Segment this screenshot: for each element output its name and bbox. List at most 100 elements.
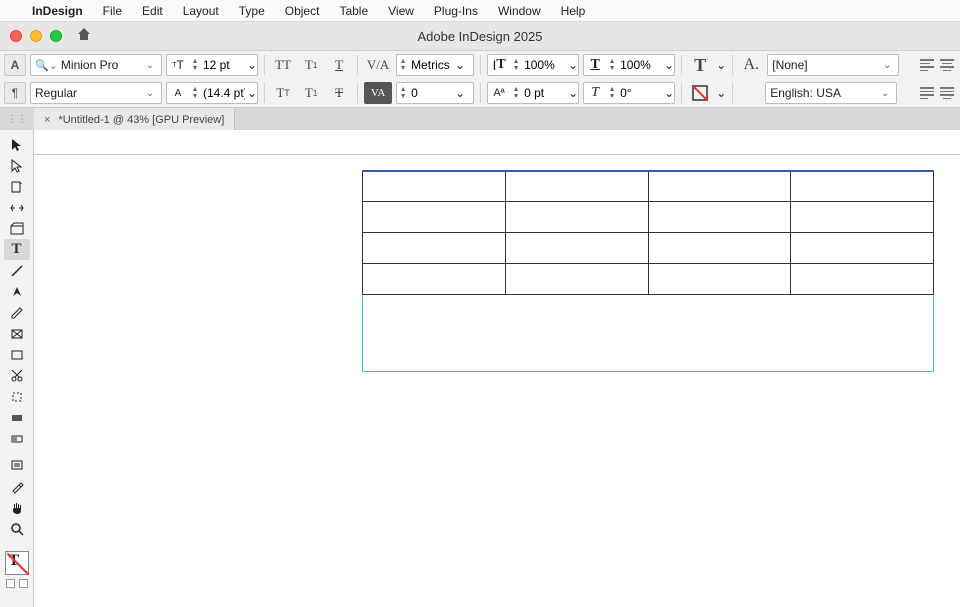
document-canvas[interactable]	[34, 130, 960, 607]
table-row[interactable]	[363, 202, 934, 233]
vertical-scale-icon: IT	[488, 57, 510, 73]
menu-plugins[interactable]: Plug-Ins	[424, 0, 488, 22]
align-left-button[interactable]	[918, 56, 936, 74]
vertical-scale-input[interactable]	[522, 58, 568, 72]
subscript-button[interactable]: T1	[299, 82, 323, 104]
paragraph-mode-button[interactable]: ¶	[4, 82, 26, 104]
menu-file[interactable]: File	[93, 0, 132, 22]
hand-tool[interactable]	[4, 497, 30, 518]
macos-menubar: InDesign File Edit Layout Type Object Ta…	[0, 0, 960, 22]
menu-window[interactable]: Window	[488, 0, 551, 22]
app-title: Adobe InDesign 2025	[0, 29, 960, 44]
tools-panel: T T	[0, 130, 34, 607]
document-tab-bar: ⋮⋮ × *Untitled-1 @ 43% [GPU Preview]	[0, 108, 960, 132]
character-style-combo[interactable]: [None] ⌄	[767, 54, 899, 76]
menu-view[interactable]: View	[378, 0, 424, 22]
scissors-tool[interactable]	[4, 365, 30, 386]
character-mode-button[interactable]: A	[4, 54, 26, 76]
window-zoom-button[interactable]	[50, 30, 62, 42]
kerning-field[interactable]: ▲▼ ⌄	[396, 54, 474, 76]
baseline-shift-input[interactable]	[522, 86, 568, 100]
pen-tool[interactable]	[4, 281, 30, 302]
kerning-input[interactable]	[409, 58, 455, 72]
kerning-icon: V/A	[364, 54, 392, 76]
page-tool[interactable]	[4, 176, 30, 197]
table-row[interactable]	[363, 171, 934, 202]
horizontal-scale-input[interactable]	[618, 58, 664, 72]
font-style-value: Regular	[35, 86, 143, 100]
pencil-tool[interactable]	[4, 302, 30, 323]
font-family-combo[interactable]: 🔍⌄ Minion Pro ⌄	[30, 54, 162, 76]
tracking-input[interactable]	[409, 86, 455, 100]
line-tool[interactable]	[4, 260, 30, 281]
small-caps-button[interactable]: TT	[271, 82, 295, 104]
tab-bar-grip[interactable]: ⋮⋮	[0, 108, 34, 131]
fill-stroke-swatch[interactable]: T	[5, 551, 29, 575]
note-tool[interactable]	[4, 455, 30, 476]
character-style-value: [None]	[772, 58, 880, 72]
font-style-combo[interactable]: Regular ⌄	[30, 82, 162, 104]
baseline-shift-field[interactable]: Aª ▲▼ ⌄	[487, 82, 579, 104]
document-tab[interactable]: × *Untitled-1 @ 43% [GPU Preview]	[34, 108, 235, 131]
close-tab-icon[interactable]: ×	[44, 114, 50, 126]
leading-field[interactable]: A ▲▼ ⌄	[166, 82, 258, 104]
superscript-button[interactable]: T1	[299, 54, 323, 76]
gap-tool[interactable]	[4, 197, 30, 218]
selection-tool[interactable]	[4, 134, 30, 155]
chevron-down-icon[interactable]: ⌄	[716, 58, 726, 72]
underline-button[interactable]: T	[327, 54, 351, 76]
menu-help[interactable]: Help	[551, 0, 596, 22]
direct-selection-tool[interactable]	[4, 155, 30, 176]
font-size-field[interactable]: TT ▲▼ ⌄	[166, 54, 258, 76]
language-combo[interactable]: English: USA ⌄	[765, 82, 897, 104]
rectangle-frame-tool[interactable]	[4, 323, 30, 344]
all-caps-button[interactable]: TT	[271, 54, 295, 76]
chevron-down-icon[interactable]: ⌄	[716, 86, 726, 100]
skew-input[interactable]	[618, 86, 664, 100]
table[interactable]	[362, 170, 934, 295]
menu-object[interactable]: Object	[275, 0, 330, 22]
menu-app[interactable]: InDesign	[22, 0, 93, 22]
menu-table[interactable]: Table	[329, 0, 378, 22]
gradient-feather-tool[interactable]	[4, 428, 30, 449]
align-center-button[interactable]	[938, 56, 956, 74]
font-family-value: Minion Pro	[61, 58, 143, 72]
vertical-scale-field[interactable]: IT ▲▼ ⌄	[487, 54, 579, 76]
content-collector-tool[interactable]	[4, 218, 30, 239]
character-style-icon: A.	[739, 54, 763, 76]
menu-edit[interactable]: Edit	[132, 0, 173, 22]
home-button[interactable]	[76, 26, 92, 46]
zoom-tool[interactable]	[4, 518, 30, 539]
gradient-swatch-tool[interactable]	[4, 407, 30, 428]
window-close-button[interactable]	[10, 30, 22, 42]
baseline-shift-icon: Aª	[488, 87, 510, 99]
control-panel: A 🔍⌄ Minion Pro ⌄ TT ▲▼ ⌄ TT T1 T V/A ▲▼…	[0, 50, 960, 108]
tracking-field[interactable]: ▲▼ ⌄	[396, 82, 474, 104]
free-transform-tool[interactable]	[4, 386, 30, 407]
color-mode-toggles[interactable]	[6, 579, 28, 588]
menu-type[interactable]: Type	[229, 0, 275, 22]
strikethrough-button[interactable]: T	[327, 82, 351, 104]
horizontal-scale-icon: T	[584, 57, 606, 73]
justify-center-button[interactable]	[938, 84, 956, 102]
table-row[interactable]	[363, 264, 934, 295]
type-tool[interactable]: T	[4, 239, 30, 260]
menu-layout[interactable]: Layout	[173, 0, 229, 22]
chevron-down-icon: ⌄	[143, 60, 157, 71]
skew-field[interactable]: T ▲▼ ⌄	[583, 82, 675, 104]
eyedropper-tool[interactable]	[4, 476, 30, 497]
rectangle-tool[interactable]	[4, 344, 30, 365]
table-row[interactable]	[363, 233, 934, 264]
app-titlebar: Adobe InDesign 2025	[0, 22, 960, 50]
leading-input[interactable]	[201, 86, 247, 100]
window-controls	[0, 30, 62, 42]
justify-left-button[interactable]	[918, 84, 936, 102]
font-size-input[interactable]	[201, 58, 247, 72]
stroke-color-button[interactable]	[688, 82, 712, 104]
horizontal-scale-field[interactable]: T ▲▼ ⌄	[583, 54, 675, 76]
language-value: English: USA	[770, 86, 878, 100]
tracking-icon: VA	[364, 82, 392, 104]
paragraph-align-group-bottom	[918, 84, 956, 102]
fill-color-button[interactable]: T	[688, 54, 712, 76]
window-minimize-button[interactable]	[30, 30, 42, 42]
